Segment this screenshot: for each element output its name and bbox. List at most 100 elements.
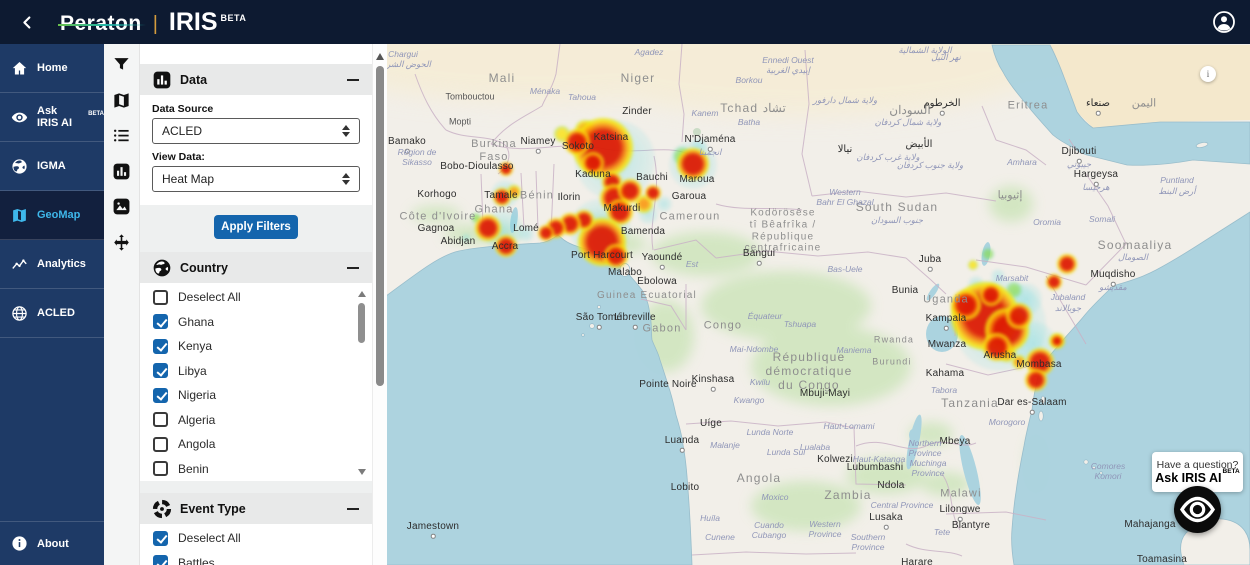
brand-lockup: Peraton | IRIS BETA [58,7,246,37]
sidebar-item-label: About [37,537,69,550]
eye-icon [11,109,28,126]
sidebar-item-ask-iris-ai[interactable]: Ask IRIS AI BETA [0,93,104,142]
tool-image-square-icon[interactable] [112,197,131,216]
sidebar: Home Ask IRIS AI BETA IGMA GeoMap Analytics AC… [0,44,104,565]
sidebar-item-acled[interactable]: ACLED [0,289,104,338]
ask-iris-eye-button[interactable] [1174,486,1221,533]
tool-move-icon[interactable] [112,233,131,252]
sidebar-item-label: Ask IRIS AI [37,105,73,129]
chevron-left-icon [22,15,30,29]
iris-logo: IRIS [168,7,218,36]
checkbox-unchecked[interactable] [153,412,168,428]
app-root: Peraton | IRIS BETA Home Ask IRIS AI BETA I… [0,0,1250,565]
checkbox-checked[interactable] [153,387,168,403]
country-checkbox-list: Deselect All Ghana Kenya Libya Nigeria Algeri… [140,283,372,481]
tool-strip [104,44,140,565]
panel-scrollbar[interactable] [372,44,387,565]
home-icon [11,60,28,77]
checkbox-checked[interactable] [153,314,168,330]
map-terrain [386,44,1250,565]
view-data-value: Heat Map [162,172,215,186]
checkbox-checked[interactable] [153,338,168,354]
view-data-label: View Data: [152,151,205,163]
country-option-nigeria[interactable]: Nigeria [140,383,372,408]
country-section-title: Country [180,260,228,275]
scroll-thumb[interactable] [376,66,384,386]
checkbox-label: Ghana [178,314,215,329]
analytics-icon [11,256,28,273]
country-option-angola[interactable]: Angola [140,432,372,457]
country-option-algeria[interactable]: Algeria [140,408,372,433]
select-chevrons-icon [342,124,350,138]
map-info-button[interactable]: i [1200,66,1216,82]
scroll-up-icon[interactable] [376,53,384,60]
account-icon[interactable] [1212,10,1236,34]
panel-spacer [140,44,372,64]
tool-map-outline-icon[interactable] [112,91,131,110]
country-list-scrollbar[interactable] [357,289,367,477]
top-header: Peraton | IRIS BETA [0,0,1250,44]
country-option-libya[interactable]: Libya [140,359,372,384]
brand-separator: | [152,12,158,35]
checkbox-label: Battles [178,555,215,565]
event-type-section: Event Type Deselect All Battles [140,493,372,565]
sidebar-item-geomap[interactable]: GeoMap [0,191,104,240]
globe-icon [152,258,172,278]
ask-iris-cta: Ask IRIS AIBETA [1155,467,1240,485]
scroll-down-icon[interactable] [358,469,366,475]
tool-bar-chart-square-icon[interactable] [112,162,131,181]
data-section-header: Data [140,64,372,95]
sidebar-item-about[interactable]: About [0,521,104,565]
country-section-header: Country [140,252,372,283]
checkbox-label: Nigeria [178,388,217,403]
sidebar-item-label: ACLED [37,307,75,319]
minus-icon [347,78,359,81]
tool-filter-icon[interactable] [112,55,131,74]
sidebar-item-label: Home [37,62,68,74]
event-type-option-battles[interactable]: Battles [140,551,372,565]
sidebar-item-analytics[interactable]: Analytics [0,240,104,289]
country-option-kenya[interactable]: Kenya [140,334,372,359]
country-option-ghana[interactable]: Ghana [140,310,372,335]
sidebar-item-label: Analytics [37,258,86,270]
sidebar-item-label: GeoMap [37,209,81,221]
data-source-value: ACLED [162,124,203,138]
peraton-logo: Peraton [58,12,146,36]
data-section: Data Data Source ACLED View Data: Heat M… [140,64,372,205]
sidebar-item-home[interactable]: Home [0,44,104,93]
segmented-circle-icon [152,499,172,519]
view-data-select[interactable]: Heat Map [152,166,360,192]
map-icon [11,207,28,224]
checkbox-label: Benin [178,461,209,476]
country-option-benin[interactable]: Benin [140,457,372,482]
collapse-data-button[interactable] [346,73,360,87]
data-section-body: Data Source ACLED View Data: Heat Map [140,95,372,205]
event-type-checkbox-list: Deselect All Battles [140,524,372,565]
country-option-deselect-all[interactable]: Deselect All [140,285,372,310]
event-type-section-header: Event Type [140,493,372,524]
event-type-option-deselect-all[interactable]: Deselect All [140,526,372,551]
checkbox-label: Kenya [178,339,213,354]
map-canvas[interactable]: Mali Niger Tchad تشاد Burkina Faso Ghana Béni… [386,44,1250,565]
checkbox-unchecked[interactable] [153,289,168,305]
checkbox-checked[interactable] [153,363,168,379]
data-source-select[interactable]: ACLED [152,118,360,144]
minus-icon [347,266,359,269]
collapse-event-type-button[interactable] [346,502,360,516]
sidebar-item-igma[interactable]: IGMA [0,142,104,191]
collapse-country-button[interactable] [346,261,360,275]
checkbox-unchecked[interactable] [153,436,168,452]
data-section-title: Data [180,72,208,87]
scroll-thumb[interactable] [358,303,365,343]
back-button[interactable] [16,11,38,33]
info-icon [11,535,28,552]
tool-list-icon[interactable] [112,126,131,145]
checkbox-checked[interactable] [153,555,168,565]
checkbox-checked[interactable] [153,530,168,546]
checkbox-label: Angola [178,437,216,452]
scroll-up-icon[interactable] [358,291,366,297]
checkbox-label: Libya [178,363,207,378]
checkbox-label: Algeria [178,412,216,427]
checkbox-unchecked[interactable] [153,461,168,477]
apply-filters-button[interactable]: Apply Filters [214,215,298,239]
